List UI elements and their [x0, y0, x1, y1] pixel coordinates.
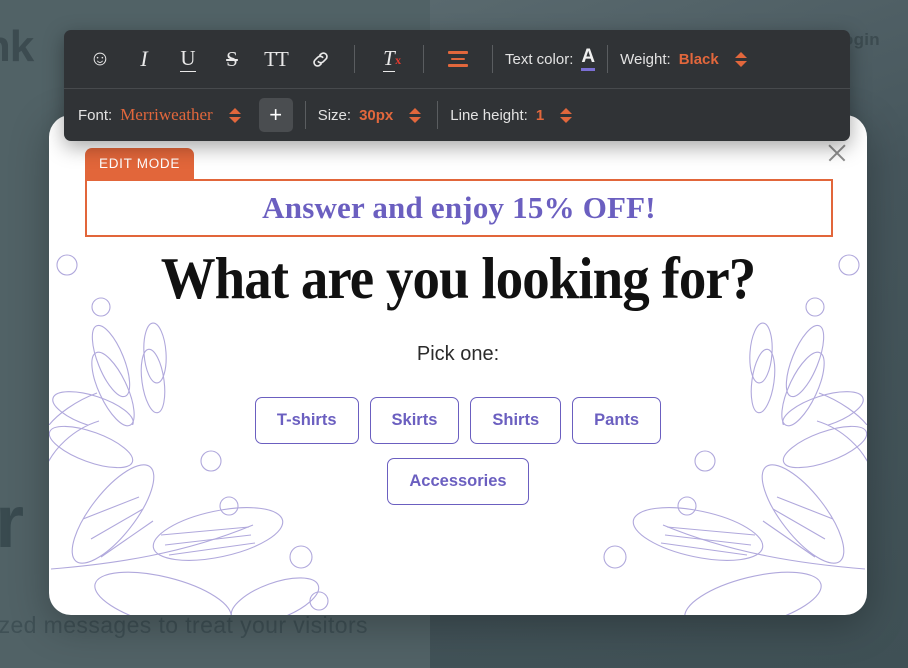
- page-title[interactable]: What are you looking for?: [78, 244, 839, 313]
- strikethrough-icon[interactable]: S: [210, 40, 254, 78]
- align-center-icon[interactable]: [436, 40, 480, 78]
- text-transform-icon[interactable]: TT: [254, 40, 298, 78]
- prompt-text[interactable]: Pick one:: [49, 343, 867, 366]
- text-format-toolbar: ☺ I U S TT Tx Text color: A Weight: Blac…: [64, 30, 850, 141]
- toolbar-divider: [304, 101, 306, 129]
- line-height-stepper[interactable]: [556, 102, 576, 128]
- options-row-primary: T-shirts Skirts Shirts Pants: [49, 397, 867, 444]
- font-weight-control[interactable]: Weight: Black: [620, 46, 751, 72]
- font-label: Font:: [78, 106, 113, 124]
- font-family-control[interactable]: Font: Merriweather: [78, 102, 245, 128]
- line-height-control[interactable]: Line height: 1: [450, 102, 576, 128]
- italic-icon[interactable]: I: [122, 40, 166, 78]
- size-stepper[interactable]: [405, 102, 425, 128]
- background-subtitle: onalized messages to treat your visitors: [0, 612, 368, 638]
- weight-stepper[interactable]: [731, 46, 751, 72]
- clear-formatting-icon[interactable]: Tx: [367, 40, 411, 78]
- option-button-skirts[interactable]: Skirts: [369, 397, 460, 444]
- font-value[interactable]: Merriweather: [120, 105, 213, 125]
- line-height-value[interactable]: 1: [536, 107, 544, 124]
- toolbar-divider: [607, 45, 609, 73]
- option-button-pants[interactable]: Pants: [572, 397, 662, 444]
- toolbar-divider: [354, 45, 355, 73]
- toolbar-row-typography: Font: Merriweather + Size: 30px Line hei…: [64, 89, 850, 141]
- size-label: Size:: [317, 106, 352, 124]
- link-icon[interactable]: [298, 40, 342, 78]
- toolbar-divider: [492, 45, 493, 73]
- line-height-label: Line height:: [450, 106, 528, 124]
- options-row-secondary: Accessories: [49, 458, 867, 505]
- text-color-label: Text color:: [505, 50, 574, 68]
- underline-icon[interactable]: U: [166, 40, 210, 78]
- emoji-icon[interactable]: ☺: [78, 40, 122, 78]
- font-size-control[interactable]: Size: 30px: [318, 102, 426, 128]
- headline-text: Answer and enjoy 15% OFF!: [262, 190, 656, 225]
- weight-label: Weight:: [620, 50, 671, 68]
- option-button-accessories[interactable]: Accessories: [387, 458, 529, 505]
- weight-value[interactable]: Black: [679, 51, 719, 68]
- site-logo[interactable]: onk: [0, 22, 34, 72]
- popup-editor-modal: EDIT MODE Answer and enjoy 15% OFF! What…: [49, 115, 867, 615]
- option-button-tshirts[interactable]: T-shirts: [254, 397, 359, 444]
- edit-mode-badge: EDIT MODE: [85, 148, 195, 179]
- size-value[interactable]: 30px: [359, 107, 393, 124]
- close-icon[interactable]: [825, 141, 849, 165]
- add-font-button[interactable]: +: [258, 98, 293, 132]
- toolbar-divider: [437, 101, 439, 129]
- font-stepper[interactable]: [225, 102, 245, 128]
- option-button-shirts[interactable]: Shirts: [470, 397, 562, 444]
- text-color-control[interactable]: Text color: A: [505, 47, 596, 71]
- headline-selection-box[interactable]: Answer and enjoy 15% OFF!: [85, 179, 833, 237]
- toolbar-divider: [423, 45, 424, 73]
- text-color-swatch-icon[interactable]: A: [581, 47, 596, 71]
- toolbar-row-format: ☺ I U S TT Tx Text color: A Weight: Blac…: [64, 30, 850, 89]
